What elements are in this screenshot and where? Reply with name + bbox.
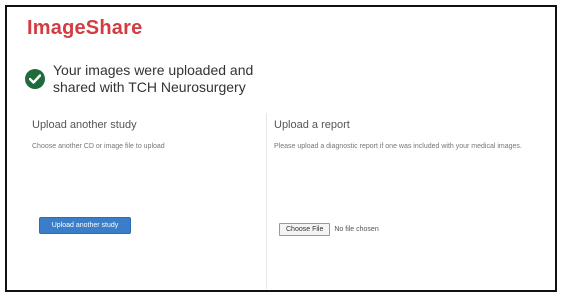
upload-study-description: Choose another CD or image file to uploa… [32,143,165,150]
app-window: ImageShare Your images were uploaded and… [5,5,557,292]
choose-file-button[interactable]: Choose File [279,222,331,236]
check-icon [25,69,45,89]
upload-study-panel: Upload another study Choose another CD o… [32,119,262,152]
column-divider [266,113,267,289]
no-file-chosen-text: No file chosen [334,225,379,233]
success-text: Your images were uploaded and shared wit… [53,62,254,95]
imageshare-logo: ImageShare [27,17,143,39]
upload-report-panel: Upload a report Please upload a diagnost… [274,119,534,152]
upload-report-title: Upload a report [274,119,350,131]
upload-another-study-button[interactable]: Upload another study [39,217,131,234]
report-file-input[interactable]: Choose File No file chosen [279,222,379,236]
upload-report-description: Please upload a diagnostic report if one… [274,143,522,150]
upload-study-title: Upload another study [32,119,137,131]
upload-success-message: Your images were uploaded and shared wit… [25,62,273,96]
